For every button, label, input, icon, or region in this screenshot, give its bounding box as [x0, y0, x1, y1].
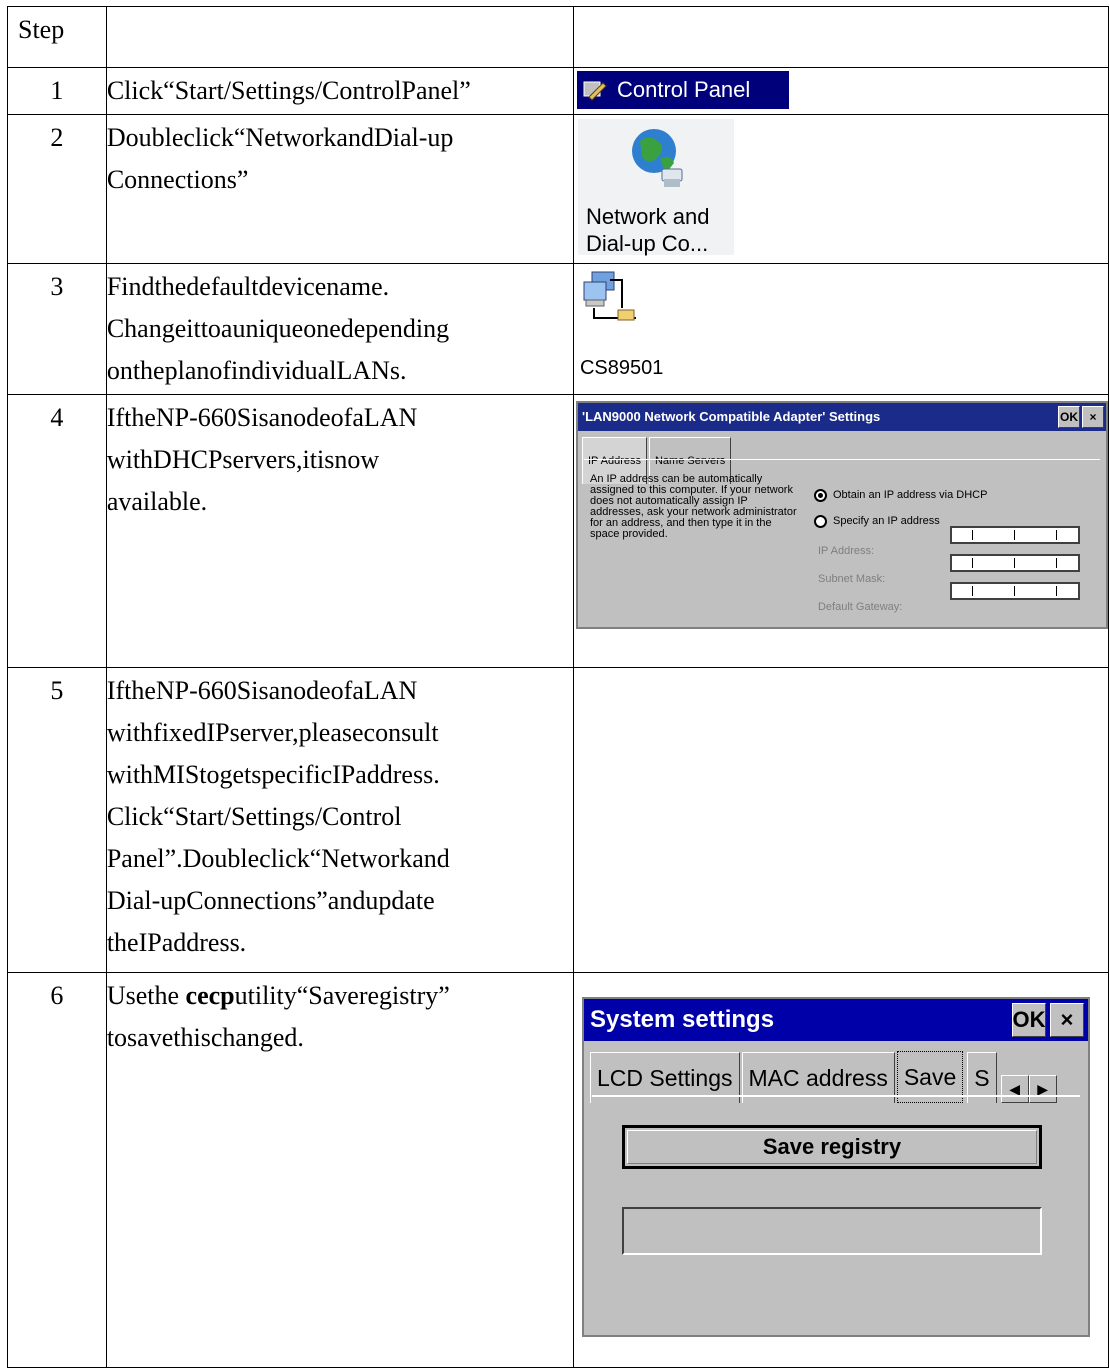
step-number: 2 — [7, 114, 107, 264]
dialog-title: System settings — [589, 1006, 775, 1033]
header-step: Step — [7, 6, 107, 68]
radio-unselected-indicator — [813, 514, 827, 528]
step-image: System settings OK × LCD Settings MAC ad… — [572, 972, 1109, 1368]
description-line: theIPaddress. — [106, 928, 247, 957]
step-row-5: 5 IftheNP-660SisanodeofaLAN withfixedIPs… — [7, 667, 1109, 973]
network-line-1: Network and — [585, 204, 710, 229]
step-row-1: 1 Click“Start/Settings/ControlPanel” Con… — [7, 67, 1109, 115]
description-line: Panel”.Doubleclick“Networkand — [106, 844, 450, 873]
step-row-6: 6 Usethe cecputility“Saveregistry” tosav… — [7, 972, 1109, 1368]
network-dialup-icon-tile[interactable]: Network and Dial-up Co... — [577, 119, 734, 256]
description-line: Doubleclick“NetworkandDial-up — [106, 123, 454, 152]
network-line-2: Dial-up Co... — [585, 231, 709, 256]
default-gateway-input[interactable] — [949, 582, 1080, 600]
step-description: Usethe cecputility“Saveregistry” tosavet… — [105, 972, 574, 1368]
description-line: Click“Start/Settings/Control — [106, 802, 402, 831]
step-number: 5 — [7, 667, 107, 973]
step-number: 4 — [7, 394, 107, 668]
save-pane: Save registry — [591, 1095, 1080, 1325]
step-description: Findthedefaultdevicename. Changeittoauni… — [105, 263, 574, 395]
description-line: Click“Start/Settings/ControlPanel” — [106, 76, 471, 105]
status-field — [621, 1207, 1042, 1255]
header-description — [105, 6, 574, 68]
step-number: 3 — [7, 263, 107, 395]
description-line: available. — [106, 487, 208, 516]
description-line: withDHCPservers,itisnow — [106, 445, 380, 474]
ip-address-input[interactable] — [949, 526, 1080, 544]
description-line: withMIStogetspecificIPaddress. — [106, 760, 440, 789]
dialog-titlebar: 'LAN9000 Network Compatible Adapter' Set… — [577, 403, 1106, 431]
description-line: ontheplanofindividualLANs. — [106, 356, 407, 385]
steps-table: Step 1 Click“Start/Settings/ControlPanel… — [7, 6, 1109, 1368]
description-line: IftheNP-660SisanodeofaLAN — [106, 403, 418, 432]
network-adapter-icon — [583, 271, 636, 321]
subnet-mask-input[interactable] — [949, 554, 1080, 572]
globe-network-icon — [631, 129, 683, 187]
default-gateway-label: Default Gateway: — [817, 601, 903, 613]
line-text: utility“Saveregistry” — [234, 981, 450, 1010]
description-line: IftheNP-660SisanodeofaLAN — [106, 676, 418, 705]
step-number: 6 — [7, 972, 107, 1368]
step-description: IftheNP-660SisanodeofaLAN withfixedIPser… — [105, 667, 574, 973]
ok-button[interactable]: OK — [1011, 1003, 1046, 1037]
dialog-title: 'LAN9000 Network Compatible Adapter' Set… — [581, 409, 881, 424]
step-image: 'LAN9000 Network Compatible Adapter' Set… — [572, 394, 1109, 668]
dialog-titlebar: System settings OK × — [583, 999, 1088, 1041]
step-row-4: 4 IftheNP-660SisanodeofaLAN withDHCPserv… — [7, 394, 1109, 668]
close-button[interactable]: × — [1049, 1003, 1084, 1037]
control-panel-icon — [583, 81, 607, 101]
step-image: Network and Dial-up Co... — [572, 114, 1109, 264]
step-row-3: 3 Findthedefaultdevicename. Changeittoau… — [7, 263, 1109, 395]
dialog-body: An IP address can be automatically assig… — [583, 459, 1100, 621]
header-row: Step — [7, 6, 1109, 68]
description-line: Connections” — [106, 165, 249, 194]
description-line: withfixedIPserver,pleaseconsult — [106, 718, 439, 747]
control-panel-menu-item[interactable]: Control Panel — [576, 71, 789, 109]
description-line: Usethe cecputility“Saveregistry” — [107, 975, 569, 1017]
step-image: CS89501 — [572, 263, 1109, 395]
header-image — [572, 6, 1109, 68]
dialog-info-text: An IP address can be automatically assig… — [589, 473, 797, 540]
step-description: Doubleclick“NetworkandDial-up Connection… — [105, 114, 574, 264]
description-line: Dial-upConnections”andupdate — [106, 886, 435, 915]
description-line: Findthedefaultdevicename. — [106, 272, 390, 301]
system-settings-dialog: System settings OK × LCD Settings MAC ad… — [581, 997, 1090, 1337]
dialog-tabs: LCD Settings MAC address Save S ◀ ▶ — [584, 1041, 1088, 1103]
step-image: Control Panel — [572, 67, 1109, 115]
step-description: IftheNP-660SisanodeofaLAN withDHCPserver… — [105, 394, 574, 668]
line-text: Usethe — [106, 981, 186, 1010]
device-name: CS89501 — [579, 357, 664, 379]
adapter-settings-dialog: 'LAN9000 Network Compatible Adapter' Set… — [575, 401, 1108, 629]
step-number: 1 — [7, 67, 107, 115]
utility-name: cecp — [185, 981, 235, 1010]
step-image-empty — [572, 667, 1109, 973]
step-description: Click“Start/Settings/ControlPanel” — [105, 67, 574, 115]
control-panel-label: Control Panel — [616, 77, 751, 102]
ok-button[interactable]: OK — [1057, 406, 1080, 428]
description-line: Changeittoauniqueonedepending — [106, 314, 450, 343]
device-icon-tile[interactable]: CS89501 — [574, 264, 1108, 389]
description-line: tosavethischanged. — [106, 1023, 304, 1052]
save-registry-button[interactable]: Save registry — [621, 1125, 1042, 1169]
step-row-2: 2 Doubleclick“NetworkandDial-up Connecti… — [7, 114, 1109, 264]
close-button[interactable]: × — [1081, 406, 1104, 428]
